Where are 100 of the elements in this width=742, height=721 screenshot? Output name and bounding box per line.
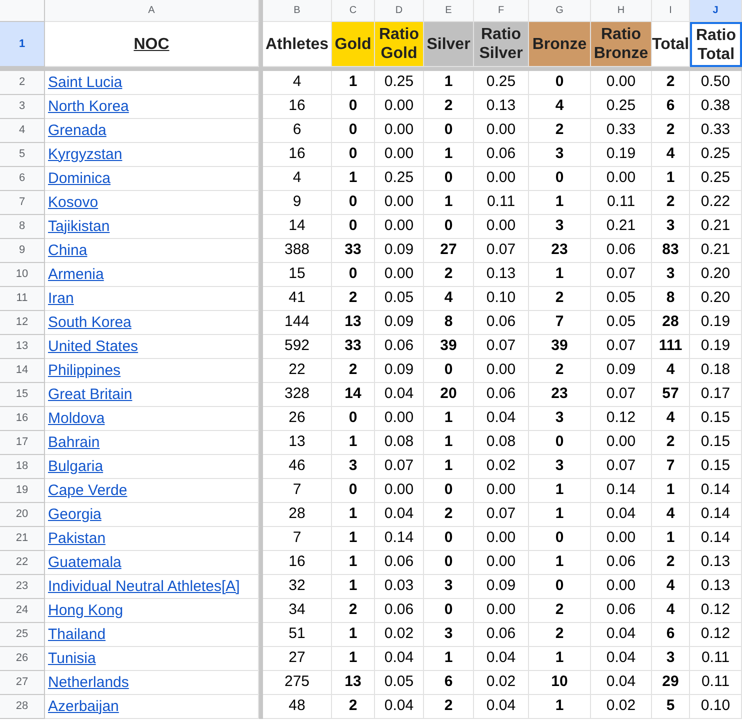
table-cell: 0.06 — [375, 551, 424, 575]
table-cell: 23 — [529, 383, 591, 407]
country-link[interactable]: Bulgaria — [48, 458, 104, 476]
country-link[interactable]: Guatemala — [48, 554, 122, 572]
country-link[interactable]: Grenada — [48, 122, 106, 140]
country-link[interactable]: North Korea — [48, 98, 129, 116]
country-link[interactable]: Tajikistan — [48, 218, 110, 236]
column-header[interactable]: C — [332, 0, 375, 22]
country-link[interactable]: Moldova — [48, 410, 105, 428]
table-cell: 388 — [263, 239, 332, 263]
table-cell: 275 — [263, 671, 332, 695]
table-cell: 0.09 — [474, 575, 529, 599]
country-link[interactable]: Thailand — [48, 626, 106, 644]
table-cell: 0.06 — [474, 311, 529, 335]
country-link[interactable]: Kyrgyzstan — [48, 146, 122, 164]
row-number[interactable]: 13 — [0, 335, 45, 359]
row-number[interactable]: 11 — [0, 287, 45, 311]
table-cell: 2 — [652, 551, 690, 575]
table-cell: 0.00 — [474, 215, 529, 239]
row-number[interactable]: 5 — [0, 143, 45, 167]
column-header[interactable]: H — [591, 0, 652, 22]
row-number[interactable]: 2 — [0, 71, 45, 95]
column-header[interactable]: A — [45, 0, 259, 22]
country-link[interactable]: Bahrain — [48, 434, 100, 452]
table-cell: 1 — [332, 575, 375, 599]
row-number[interactable]: 7 — [0, 191, 45, 215]
row-number[interactable]: 26 — [0, 647, 45, 671]
row-number[interactable]: 1 — [0, 22, 45, 67]
column-header[interactable]: J — [690, 0, 742, 22]
table-cell: 2 — [529, 287, 591, 311]
row-number[interactable]: 17 — [0, 431, 45, 455]
table-cell: 0.00 — [474, 479, 529, 503]
table-cell: 2 — [424, 95, 474, 119]
column-header[interactable]: D — [375, 0, 424, 22]
row-number[interactable]: 22 — [0, 551, 45, 575]
row-number[interactable]: 12 — [0, 311, 45, 335]
column-header[interactable]: B — [263, 0, 332, 22]
row-number[interactable]: 27 — [0, 671, 45, 695]
table-cell: 27 — [263, 647, 332, 671]
table-cell: 4 — [652, 143, 690, 167]
table-cell: 39 — [424, 335, 474, 359]
country-link[interactable]: Georgia — [48, 506, 102, 524]
column-header[interactable]: I — [652, 0, 690, 22]
table-cell: 0.10 — [474, 287, 529, 311]
row-number[interactable]: 9 — [0, 239, 45, 263]
country-link[interactable]: Iran — [48, 290, 74, 308]
table-cell: 8 — [424, 311, 474, 335]
table-cell: 48 — [263, 695, 332, 719]
table-cell: 0.11 — [591, 191, 652, 215]
country-link[interactable]: Azerbaijan — [48, 698, 119, 716]
country-link[interactable]: Philippines — [48, 362, 121, 380]
country-link[interactable]: Kosovo — [48, 194, 98, 212]
country-link[interactable]: Individual Neutral Athletes[A] — [48, 578, 240, 596]
row-number[interactable]: 6 — [0, 167, 45, 191]
table-cell: 0 — [424, 359, 474, 383]
row-number[interactable]: 10 — [0, 263, 45, 287]
row-number[interactable]: 8 — [0, 215, 45, 239]
table-cell: 0 — [424, 119, 474, 143]
table-cell: 0.00 — [591, 575, 652, 599]
table-cell: 0.06 — [474, 383, 529, 407]
row-number[interactable]: 16 — [0, 407, 45, 431]
table-cell: 0.00 — [474, 167, 529, 191]
country-link[interactable]: United States — [48, 338, 138, 356]
country-link[interactable]: Saint Lucia — [48, 74, 122, 92]
row-number[interactable]: 3 — [0, 95, 45, 119]
country-link[interactable]: South Korea — [48, 314, 132, 332]
country-link[interactable]: Pakistan — [48, 530, 106, 548]
table-cell: 3 — [332, 455, 375, 479]
row-number[interactable]: 19 — [0, 479, 45, 503]
table-cell: 22 — [263, 359, 332, 383]
table-cell: 0.07 — [591, 455, 652, 479]
country-link[interactable]: Netherlands — [48, 674, 129, 692]
table-cell: 1 — [332, 527, 375, 551]
table-cell: 34 — [263, 599, 332, 623]
country-link[interactable]: China — [48, 242, 88, 260]
row-number[interactable]: 23 — [0, 575, 45, 599]
row-number[interactable]: 14 — [0, 359, 45, 383]
column-header[interactable]: G — [529, 0, 591, 22]
table-cell: 0.00 — [474, 599, 529, 623]
country-link[interactable]: Cape Verde — [48, 482, 128, 500]
row-number[interactable]: 4 — [0, 119, 45, 143]
row-number[interactable]: 21 — [0, 527, 45, 551]
row-number[interactable]: 18 — [0, 455, 45, 479]
country-link[interactable]: Hong Kong — [48, 602, 124, 620]
country-link[interactable]: Dominica — [48, 170, 111, 188]
row-number[interactable]: 28 — [0, 695, 45, 719]
header-cell: Gold — [332, 22, 375, 67]
row-number[interactable]: 15 — [0, 383, 45, 407]
country-link[interactable]: Great Britain — [48, 386, 132, 404]
row-number[interactable]: 24 — [0, 599, 45, 623]
row-number[interactable]: 20 — [0, 503, 45, 527]
table-cell: 1 — [332, 71, 375, 95]
column-header[interactable]: E — [424, 0, 474, 22]
table-cell: 6 — [652, 623, 690, 647]
country-link[interactable]: Armenia — [48, 266, 104, 284]
column-header[interactable]: F — [474, 0, 529, 22]
table-cell: 0.14 — [690, 527, 742, 551]
table-cell: 0 — [424, 599, 474, 623]
row-number[interactable]: 25 — [0, 623, 45, 647]
country-link[interactable]: Tunisia — [48, 650, 96, 668]
